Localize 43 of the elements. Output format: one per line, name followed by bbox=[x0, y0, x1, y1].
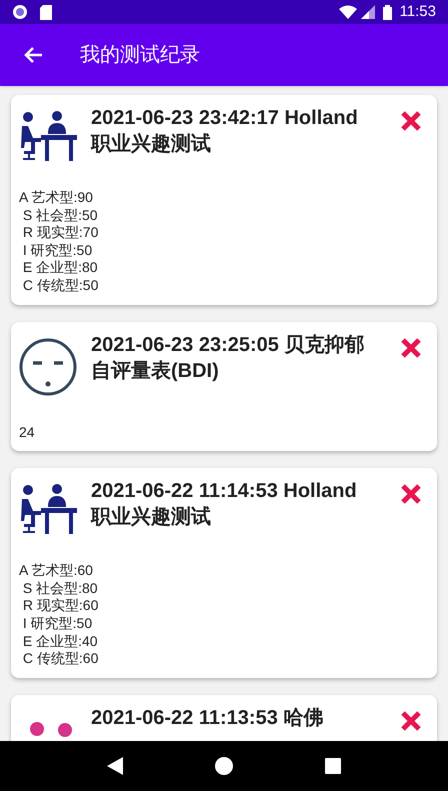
record-card[interactable]: 2021-06-22 11:13:53 哈佛 bbox=[11, 694, 437, 741]
result-line: C 传统型:50 bbox=[22, 276, 100, 295]
record-title: 2021-06-23 23:42:17 Holland 职业兴趣测试 bbox=[91, 106, 359, 157]
people-at-desk-icon bbox=[19, 111, 77, 161]
clock: 11:53 bbox=[400, 2, 436, 22]
sleepy-face-icon bbox=[19, 338, 77, 396]
delete-button[interactable] bbox=[399, 708, 423, 733]
record-card[interactable]: 2021-06-23 23:42:17 Holland 职业兴趣测试 A 艺术型:90 S 社会型:50 R 现实型:70 I 研究型:50 E 企业型:80 C 传统型:50 bbox=[11, 95, 437, 305]
result-line: E 企业型:80 bbox=[22, 259, 99, 277]
result-line: A 艺术型:90 bbox=[19, 189, 94, 207]
result-line: A 艺术型:60 bbox=[19, 562, 94, 580]
triangle-icon bbox=[106, 757, 123, 775]
result-line: C 传统型:60 bbox=[22, 650, 100, 668]
screen-title: 我的测试纪录 bbox=[80, 43, 200, 68]
result-line: S 社会型:50 bbox=[22, 206, 99, 224]
delete-button[interactable] bbox=[399, 482, 423, 506]
back-arrow-icon bbox=[23, 46, 43, 64]
wifi-icon bbox=[338, 5, 357, 19]
close-icon bbox=[400, 110, 422, 132]
result-line: R 现实型:60 bbox=[22, 597, 100, 615]
record-title: 2021-06-23 23:25:05 贝克抑郁自评量表(BDI) bbox=[91, 332, 366, 384]
record-card[interactable]: 2021-06-22 11:14:53 Holland 职业兴趣测试 A 艺术型:60 S 社会型:80 R 现实型:60 I 研究型:50 E 企业型:40 C 传统型:60 bbox=[11, 468, 437, 678]
close-icon bbox=[400, 336, 422, 359]
people-at-desk-icon bbox=[19, 484, 77, 534]
record-card[interactable]: 2021-06-23 23:25:05 贝克抑郁自评量表(BDI) 24 bbox=[11, 322, 437, 452]
result-line: I 研究型:50 bbox=[22, 614, 94, 633]
result-line: R 现实型:70 bbox=[22, 224, 100, 242]
square-icon bbox=[325, 758, 342, 774]
battery-icon bbox=[382, 4, 392, 20]
record-title: 2021-06-22 11:14:53 Holland 职业兴趣测试 bbox=[91, 479, 358, 530]
record-icon bbox=[12, 4, 28, 20]
close-icon bbox=[400, 483, 422, 506]
delete-button[interactable] bbox=[399, 109, 423, 133]
result-line: 24 bbox=[19, 424, 36, 442]
record-title: 2021-06-22 11:13:53 哈佛 bbox=[91, 706, 324, 731]
result-line: E 企业型:40 bbox=[22, 632, 99, 650]
result-line: I 研究型:50 bbox=[22, 242, 94, 260]
delete-button[interactable] bbox=[399, 336, 423, 360]
close-icon bbox=[400, 710, 422, 732]
sd-card-icon bbox=[40, 4, 52, 20]
circle-icon bbox=[214, 757, 233, 775]
signal-icon bbox=[360, 5, 375, 19]
result-line: S 社会型:80 bbox=[22, 580, 99, 598]
